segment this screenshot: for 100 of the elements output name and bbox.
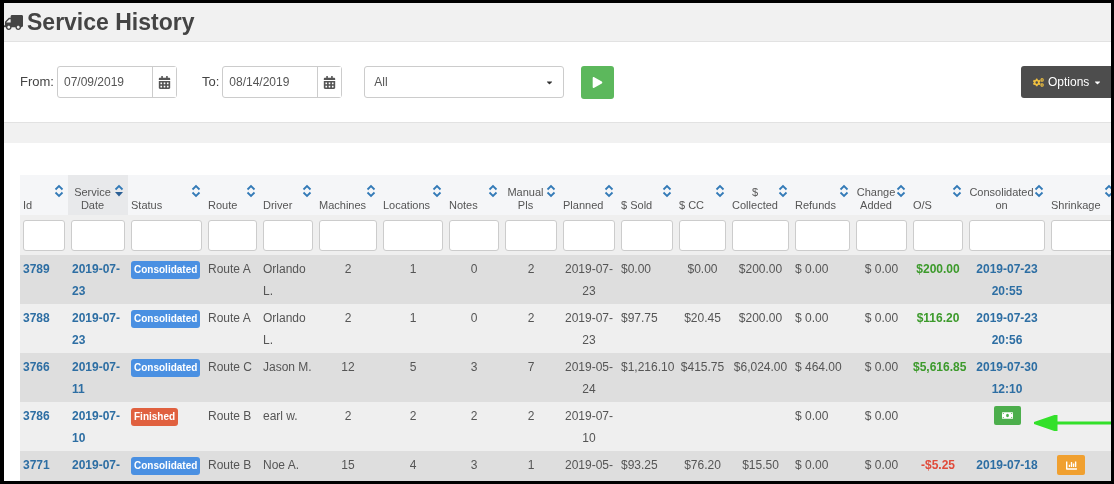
consolidated-date-link[interactable]: 2019-07-23 20:55 [971,258,1043,302]
route-text: Route B [208,409,252,423]
column-filter-field[interactable] [913,219,963,251]
column-filter-field[interactable] [505,219,557,251]
refunds-amount: $ 0.00 [795,311,829,325]
change-added-amount: $ 0.00 [864,360,899,374]
service-date-link[interactable]: 2019-07- [72,454,124,476]
dropdown-value: All [374,74,388,91]
sort-icon[interactable] [662,184,672,198]
column-header[interactable]: $ Sold [621,199,653,212]
column-filter-field[interactable] [969,219,1045,251]
page-title: Service History [27,10,195,34]
run-button[interactable] [581,65,615,99]
sort-icon[interactable] [546,184,556,198]
column-header[interactable]: Status [131,199,163,212]
column-filter-field[interactable] [449,219,499,251]
service-date-link[interactable]: 2019-07-10 [72,405,124,449]
column-filter-field[interactable] [23,219,65,251]
sort-icon[interactable] [896,184,906,198]
machines-count: 15 [341,458,355,472]
sort-icon[interactable] [114,184,124,198]
status-badge: Consolidated [131,457,201,475]
column-header[interactable]: Route [208,199,238,212]
manual-pls-count: 7 [527,360,535,374]
shrinkage-button[interactable] [1057,455,1085,475]
column-header[interactable]: Driver [263,199,293,212]
bar-chart-icon [1065,459,1077,471]
calendar-icon[interactable] [157,75,171,89]
change-added-amount: $ 0.00 [864,458,899,472]
column-header[interactable]: $ CC [679,199,705,212]
sort-icon[interactable] [1104,184,1111,198]
column-filter-field[interactable] [383,219,443,251]
column-filter-field[interactable] [263,219,313,251]
consolidate-button[interactable] [993,406,1021,425]
driver-name: Jason M. [263,359,313,376]
notes-count: 3 [470,360,478,374]
sort-icon[interactable] [715,184,725,198]
truck-icon [4,12,23,32]
consolidated-date-link[interactable]: 2019-07-18 [971,454,1043,476]
column-filter-field[interactable] [679,219,726,251]
column-filter-field[interactable] [621,219,673,251]
sort-icon[interactable] [488,184,498,198]
sort-icon[interactable] [191,184,201,198]
sort-icon[interactable] [432,184,442,198]
planned-date: 2019-05- [564,457,614,474]
refunds-amount: $ 0.00 [795,262,829,276]
machines-count: 12 [341,360,355,374]
service-date-link[interactable]: 2019-07-23 [72,307,124,351]
column-filter-field[interactable] [563,219,615,251]
options-button[interactable]: Options [1021,66,1111,98]
notes-count: 3 [470,458,478,472]
column-header[interactable]: O/S [913,199,932,212]
service-date-link[interactable]: 2019-07-23 [72,258,124,302]
refunds-amount: $ 0.00 [795,458,829,472]
sold-amount: $93.25 [621,458,658,472]
from-date-field[interactable]: 07/09/2019 [56,66,177,98]
machines-count: 2 [344,409,352,423]
sort-icon[interactable] [302,184,312,198]
sort-icon[interactable] [1034,184,1044,198]
column-header[interactable]: Id [23,199,33,212]
column-filter-field[interactable] [856,219,907,251]
sort-icon[interactable] [54,184,64,198]
planned-date: 2019-05-24 [564,359,614,398]
to-date-input[interactable]: 08/14/2019 [223,67,318,97]
from-date-input[interactable]: 07/09/2019 [57,67,152,97]
notes-count: 2 [470,409,478,423]
sort-icon[interactable] [366,184,377,198]
collected-amount: $15.50 [742,458,779,472]
sort-icon[interactable] [778,184,788,198]
status-badge: Consolidated [131,261,201,279]
consolidated-date-link[interactable]: 2019-07-30 12:10 [971,356,1043,400]
outstanding-amount: $116.20 [916,311,960,325]
locations-count: 1 [409,262,417,276]
collected-amount: $200.00 [738,311,783,325]
consolidated-date-link[interactable]: 2019-07-23 20:56 [971,307,1043,351]
sort-icon[interactable] [952,184,962,198]
to-date-field[interactable]: 08/14/2019 [222,66,343,98]
change-added-amount: $ 0.00 [864,409,899,423]
sort-icon[interactable] [839,184,849,198]
column-filter-field[interactable] [71,219,125,251]
filter-dropdown[interactable]: All [364,66,565,98]
sort-icon[interactable] [604,184,614,198]
column-filter-field[interactable] [732,219,789,251]
collected-amount: $200.00 [738,262,783,276]
machines-count: 2 [344,262,352,276]
column-filter-field[interactable] [208,219,257,251]
driver-name: Noe A. [263,457,301,474]
sort-icon[interactable] [246,184,256,198]
column-filter-field[interactable] [795,219,850,251]
calendar-icon[interactable] [323,75,337,89]
route-text: Route A [208,311,251,325]
column-filter-field[interactable] [319,219,377,251]
column-filter-field[interactable] [1051,219,1111,251]
to-label: To: [201,73,220,92]
manual-pls-count: 2 [527,409,535,423]
planned-date: 2019-07-23 [564,261,614,300]
refunds-amount: $ 464.00 [795,360,842,374]
column-filter-field[interactable] [131,219,202,251]
column-header[interactable]: Notes [449,199,478,212]
service-date-link[interactable]: 2019-07-11 [72,356,124,400]
